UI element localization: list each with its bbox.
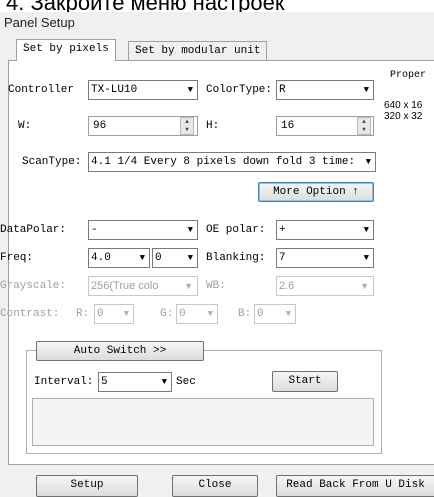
freq-decimal-value: 0 xyxy=(155,252,162,264)
scantype-label: ScanType: xyxy=(22,156,82,168)
freq-decimal-select[interactable]: 0 xyxy=(152,248,198,268)
controller-select[interactable]: TX-LU10 xyxy=(88,80,198,100)
colortype-label: ColorType: xyxy=(206,84,273,96)
contrast-b-select[interactable]: 0 xyxy=(254,304,296,324)
auto-switch-list[interactable] xyxy=(32,398,374,446)
wb-select[interactable]: 2.6 xyxy=(276,276,374,296)
contrast-r-select[interactable]: 0 xyxy=(94,304,134,324)
chevron-down-icon xyxy=(364,81,369,99)
colortype-select[interactable]: R xyxy=(276,80,374,100)
chevron-down-icon xyxy=(364,221,369,239)
chevron-down-icon xyxy=(140,249,145,267)
chevron-down-icon xyxy=(124,305,129,323)
tab-set-by-modular-unit[interactable]: Set by modular unit xyxy=(128,41,268,61)
chevron-down-icon xyxy=(184,277,193,295)
freq-select[interactable]: 4.0 xyxy=(88,248,150,268)
contrast-g-select[interactable]: 0 xyxy=(176,304,218,324)
interval-unit: Sec xyxy=(176,376,196,388)
chevron-down-icon xyxy=(208,305,213,323)
tab-set-by-pixels[interactable]: Set by pixels xyxy=(16,39,116,61)
start-button[interactable]: Start xyxy=(272,371,338,392)
wb-label: WB: xyxy=(206,280,226,292)
w-value: 96 xyxy=(93,120,107,132)
datapolar-value: - xyxy=(91,224,98,236)
spin-up-icon[interactable]: ▲ xyxy=(181,118,193,126)
grayscale-label: Grayscale: xyxy=(0,280,67,292)
chevron-down-icon xyxy=(162,373,167,391)
contrast-r-label: R: xyxy=(76,308,90,320)
contrast-label: Contrast: xyxy=(0,308,60,320)
chevron-down-icon xyxy=(188,249,193,267)
properties-line: 320 x 32 xyxy=(384,111,423,122)
blanking-label: Blanking: xyxy=(206,252,266,264)
interval-label: Interval: xyxy=(34,376,94,388)
more-option-button[interactable]: More Option ↑ xyxy=(258,182,374,202)
setup-button[interactable]: Setup xyxy=(36,475,138,497)
datapolar-label: DataPolar: xyxy=(0,224,67,236)
spin-down-icon[interactable]: ▼ xyxy=(181,126,193,134)
h-value: 16 xyxy=(281,120,295,132)
contrast-b-label: B: xyxy=(238,308,252,320)
chevron-down-icon xyxy=(364,249,369,267)
chevron-down-icon xyxy=(188,81,193,99)
controller-label: Controller xyxy=(8,84,75,96)
w-spinner[interactable]: ▲ ▼ xyxy=(180,117,194,135)
colortype-value: R xyxy=(279,84,286,96)
chevron-down-icon xyxy=(188,221,193,239)
chevron-down-icon xyxy=(360,277,369,295)
oe-polar-select[interactable]: + xyxy=(276,220,374,240)
contrast-g-value: 0 xyxy=(179,308,186,320)
interval-select[interactable]: 5 xyxy=(98,372,172,392)
wb-value: 2.6 xyxy=(279,280,295,292)
oe-polar-value: + xyxy=(279,224,286,236)
h-label: H: xyxy=(206,120,220,132)
interval-value: 5 xyxy=(101,376,108,388)
grayscale-value: 256(True colo xyxy=(91,280,159,292)
blanking-value: 7 xyxy=(279,252,286,264)
contrast-r-value: 0 xyxy=(97,308,104,320)
contrast-g-label: G: xyxy=(160,308,174,320)
h-spinner[interactable]: ▲ ▼ xyxy=(357,117,371,135)
oe-polar-label: OE polar: xyxy=(206,224,266,236)
spin-up-icon[interactable]: ▲ xyxy=(358,118,370,126)
auto-switch-button[interactable]: Auto Switch >> xyxy=(36,341,204,361)
freq-value: 4.0 xyxy=(91,252,111,264)
window-title: Panel Setup xyxy=(0,12,434,34)
properties-list: 640 x 16 320 x 32 xyxy=(384,100,422,122)
chevron-down-icon xyxy=(286,305,291,323)
w-label: W: xyxy=(18,120,32,132)
properties-label: Proper xyxy=(390,70,427,81)
controller-value: TX-LU10 xyxy=(91,84,138,96)
scantype-select[interactable]: 4.1 1/4 Every 8 pixels down fold 3 time: xyxy=(88,152,376,172)
read-back-from-u-disk-button[interactable]: Read Back From U Disk xyxy=(276,475,434,497)
freq-label: Freq: xyxy=(0,252,34,264)
close-button[interactable]: Close xyxy=(172,475,258,497)
scantype-value: 4.1 1/4 Every 8 pixels down fold 3 time: xyxy=(91,156,356,168)
properties-line: 640 x 16 xyxy=(384,100,423,111)
spin-down-icon[interactable]: ▼ xyxy=(358,126,370,134)
contrast-b-value: 0 xyxy=(257,308,264,320)
blanking-select[interactable]: 7 xyxy=(276,248,374,268)
grayscale-select[interactable]: 256(True colo xyxy=(88,276,198,296)
datapolar-select[interactable]: - xyxy=(88,220,198,240)
chevron-down-icon xyxy=(363,153,371,171)
